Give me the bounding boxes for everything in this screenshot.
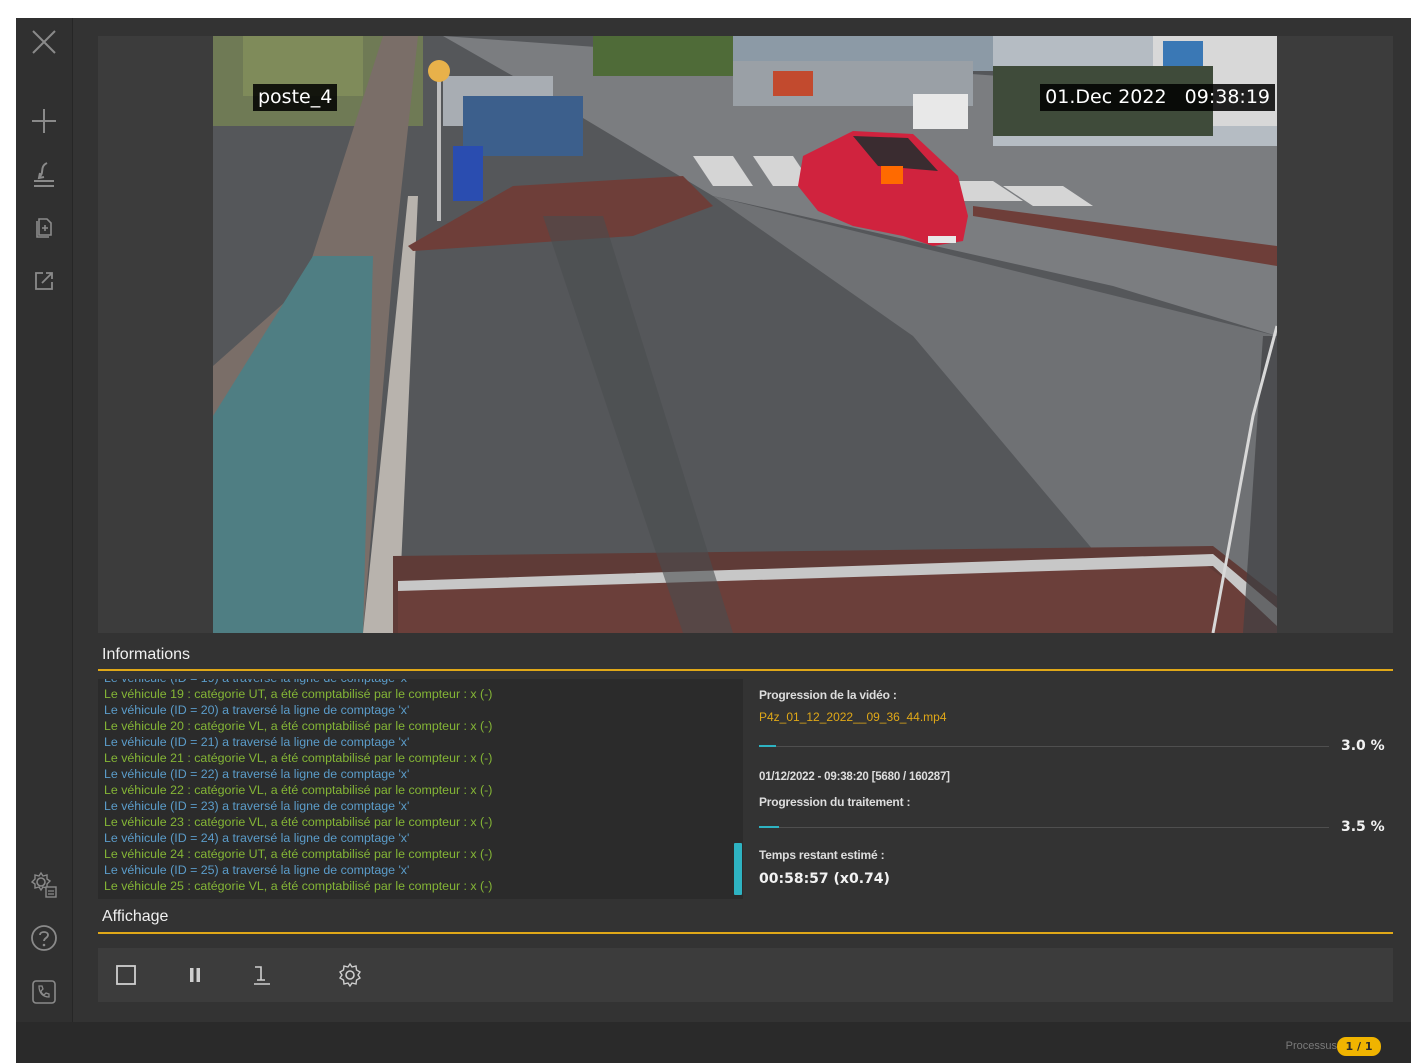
log-scrollbar[interactable] xyxy=(734,843,742,895)
playback-toolbar xyxy=(98,948,1393,1002)
pause-button[interactable] xyxy=(179,959,211,991)
processing-progress-label: Progression du traitement : xyxy=(759,795,911,809)
log-line: Le véhicule (ID = 19) a traversé la lign… xyxy=(98,679,743,686)
log-line: Le véhicule (ID = 20) a traversé la lign… xyxy=(104,703,410,717)
step-button[interactable] xyxy=(246,959,278,991)
plus-icon[interactable] xyxy=(28,105,60,137)
informations-divider xyxy=(98,669,1393,671)
process-label: Processus xyxy=(1285,1040,1337,1052)
remaining-time-label: Temps restant estimé : xyxy=(759,848,885,862)
video-panel: poste_4 01.Dec 2022 09:38:19 xyxy=(98,36,1393,633)
log-line: Le véhicule 21 : catégorie VL, a été com… xyxy=(104,751,493,765)
export-icon[interactable] xyxy=(28,265,60,297)
log-line: Le véhicule (ID = 21) a traversé la lign… xyxy=(104,735,410,749)
help-icon[interactable] xyxy=(28,922,60,954)
log-line: Le véhicule 19 : catégorie UT, a été com… xyxy=(104,687,493,701)
video-progress-percent: 3.0 % xyxy=(1341,738,1385,754)
processing-progress-fill xyxy=(759,826,779,828)
video-filename: P4z_01_12_2022__09_36_44.mp4 xyxy=(759,710,947,724)
close-icon[interactable] xyxy=(28,26,60,58)
event-log[interactable]: Le véhicule (ID = 19) a traversé la lign… xyxy=(98,679,743,899)
app-window: poste_4 01.Dec 2022 09:38:19 Information… xyxy=(16,18,1411,1063)
timestamp-overlay: 01.Dec 2022 09:38:19 xyxy=(1040,84,1275,111)
video-frame[interactable]: poste_4 01.Dec 2022 09:38:19 xyxy=(213,36,1277,633)
status-bar: Processus 1 / 1 xyxy=(16,1022,1411,1063)
remaining-time-value: 00:58:57 (x0.74) xyxy=(759,871,890,887)
stop-button[interactable] xyxy=(110,959,142,991)
step-icon xyxy=(254,966,270,985)
log-line: Le véhicule (ID = 24) a traversé la lign… xyxy=(104,831,410,845)
process-count-badge[interactable]: 1 / 1 xyxy=(1337,1037,1381,1056)
video-progress-label: Progression de la vidéo : xyxy=(759,688,897,702)
video-scene xyxy=(213,36,1277,633)
log-line: Le véhicule 22 : catégorie VL, a été com… xyxy=(104,783,493,797)
processing-progress-percent: 3.5 % xyxy=(1341,819,1385,835)
import-icon[interactable] xyxy=(28,159,60,191)
processing-progress-bar xyxy=(759,826,1329,828)
video-progress-fill xyxy=(759,745,777,747)
affichage-divider xyxy=(98,932,1393,934)
log-line: Le véhicule 25 : catégorie VL, a été com… xyxy=(104,879,493,893)
log-line: Le véhicule (ID = 22) a traversé la lign… xyxy=(104,767,410,781)
video-progress-bar xyxy=(759,745,1329,747)
pause-icon xyxy=(190,968,200,982)
settings-button[interactable] xyxy=(334,959,366,991)
log-line: Le véhicule 24 : catégorie UT, a été com… xyxy=(104,847,493,861)
log-line: Le véhicule (ID = 23) a traversé la lign… xyxy=(104,799,410,813)
file-add-icon[interactable] xyxy=(28,211,60,243)
log-line: Le véhicule (ID = 25) a traversé la lign… xyxy=(104,863,410,877)
phone-icon[interactable] xyxy=(28,976,60,1008)
informations-title: Informations xyxy=(102,646,191,663)
stop-icon xyxy=(116,965,136,985)
settings-report-icon[interactable] xyxy=(28,869,60,901)
frame-info: 01/12/2022 - 09:38:20 [5680 / 160287] xyxy=(759,771,950,783)
log-line: Le véhicule 23 : catégorie VL, a été com… xyxy=(104,815,493,829)
camera-name-overlay: poste_4 xyxy=(253,84,338,111)
log-line: Le véhicule 20 : catégorie VL, a été com… xyxy=(104,719,493,733)
sidebar xyxy=(16,18,73,1022)
affichage-title: Affichage xyxy=(102,908,169,925)
gear-icon xyxy=(339,962,361,988)
